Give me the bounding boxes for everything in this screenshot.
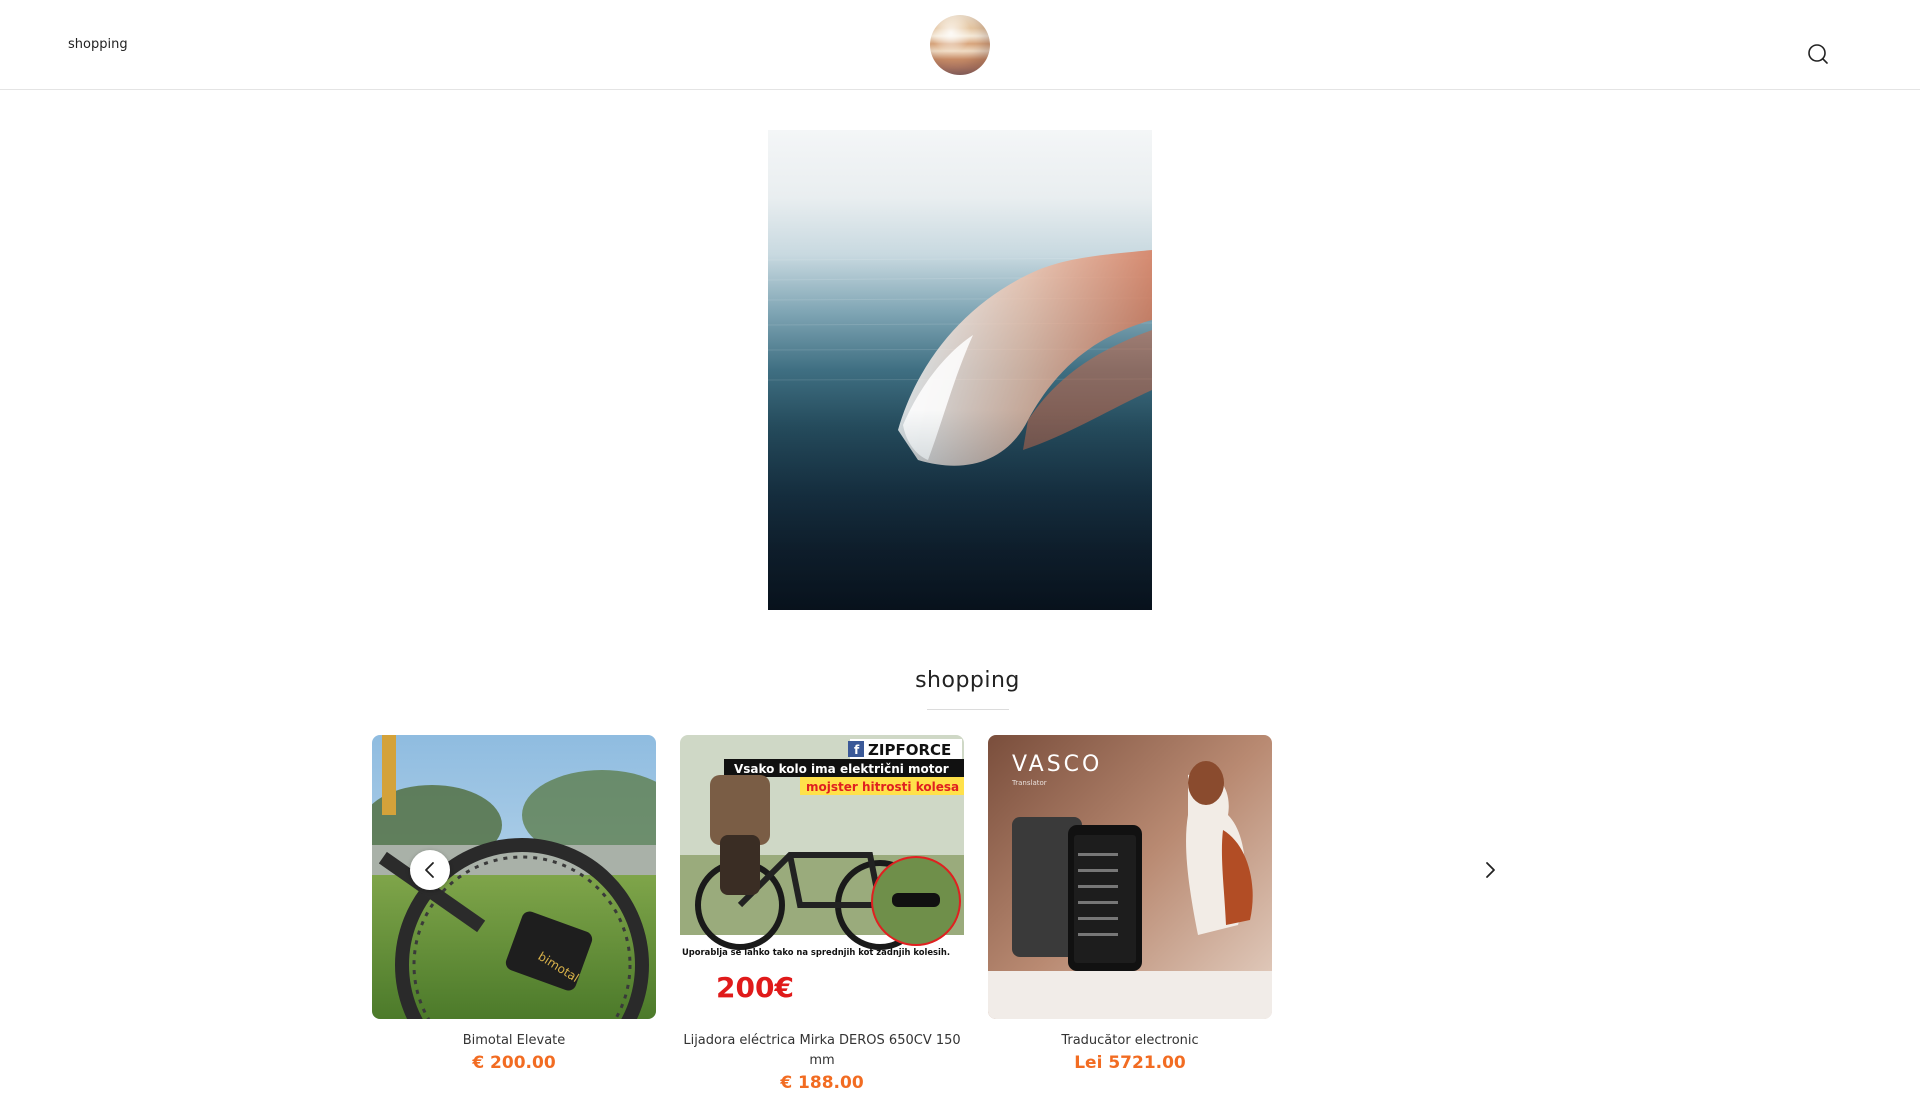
product-card[interactable]: f ZIPFORCE Vsako kolo ima električni mot… (680, 735, 964, 1093)
zipforce-price: 200€ (716, 971, 794, 1004)
chevron-right-icon (1486, 862, 1495, 878)
hero-ocean-wave-image (768, 130, 1152, 610)
zipforce-banner: Vsako kolo ima električni motor (734, 762, 949, 776)
nav-link-shopping[interactable]: shopping (68, 37, 128, 52)
product-image-zipforce[interactable]: f ZIPFORCE Vsako kolo ima električni mot… (680, 735, 964, 1019)
product-card[interactable]: VASCO Translator Traducător electronic L… (988, 735, 1272, 1073)
section-title: shopping (915, 668, 1020, 693)
product-price: Lei 5721.00 (1074, 1053, 1186, 1073)
product-image-vasco[interactable]: VASCO Translator (988, 735, 1272, 1019)
planet-logo-icon[interactable] (930, 15, 990, 75)
product-price: € 200.00 (472, 1053, 556, 1073)
carousel-prev-button[interactable] (410, 850, 450, 890)
product-carousel: bimotal Bimotal Elevate € 200.00 f ZIPFO… (372, 735, 1502, 1093)
zipforce-note: Uporablja se lahko tako na sprednjih kot… (682, 947, 950, 957)
product-name[interactable]: Bimotal Elevate (372, 1031, 656, 1051)
product-name[interactable]: Traducător electronic (988, 1031, 1272, 1051)
product-card[interactable]: bimotal Bimotal Elevate € 200.00 (372, 735, 656, 1073)
svg-text:f: f (854, 743, 860, 757)
vasco-brand: VASCO (1012, 752, 1102, 777)
chevron-left-icon (425, 862, 434, 878)
zipforce-brand: ZIPFORCE (868, 741, 951, 759)
carousel-next-button[interactable] (1470, 850, 1510, 890)
vasco-sub: Translator (1011, 779, 1047, 787)
site-header: shopping (0, 0, 1920, 90)
search-icon[interactable] (1806, 42, 1830, 66)
title-divider (927, 709, 1009, 710)
zipforce-sub: mojster hitrosti kolesa (806, 780, 959, 794)
product-name[interactable]: Lijadora eléctrica Mirka DEROS 650CV 150… (680, 1031, 964, 1071)
product-price: € 188.00 (780, 1073, 864, 1093)
